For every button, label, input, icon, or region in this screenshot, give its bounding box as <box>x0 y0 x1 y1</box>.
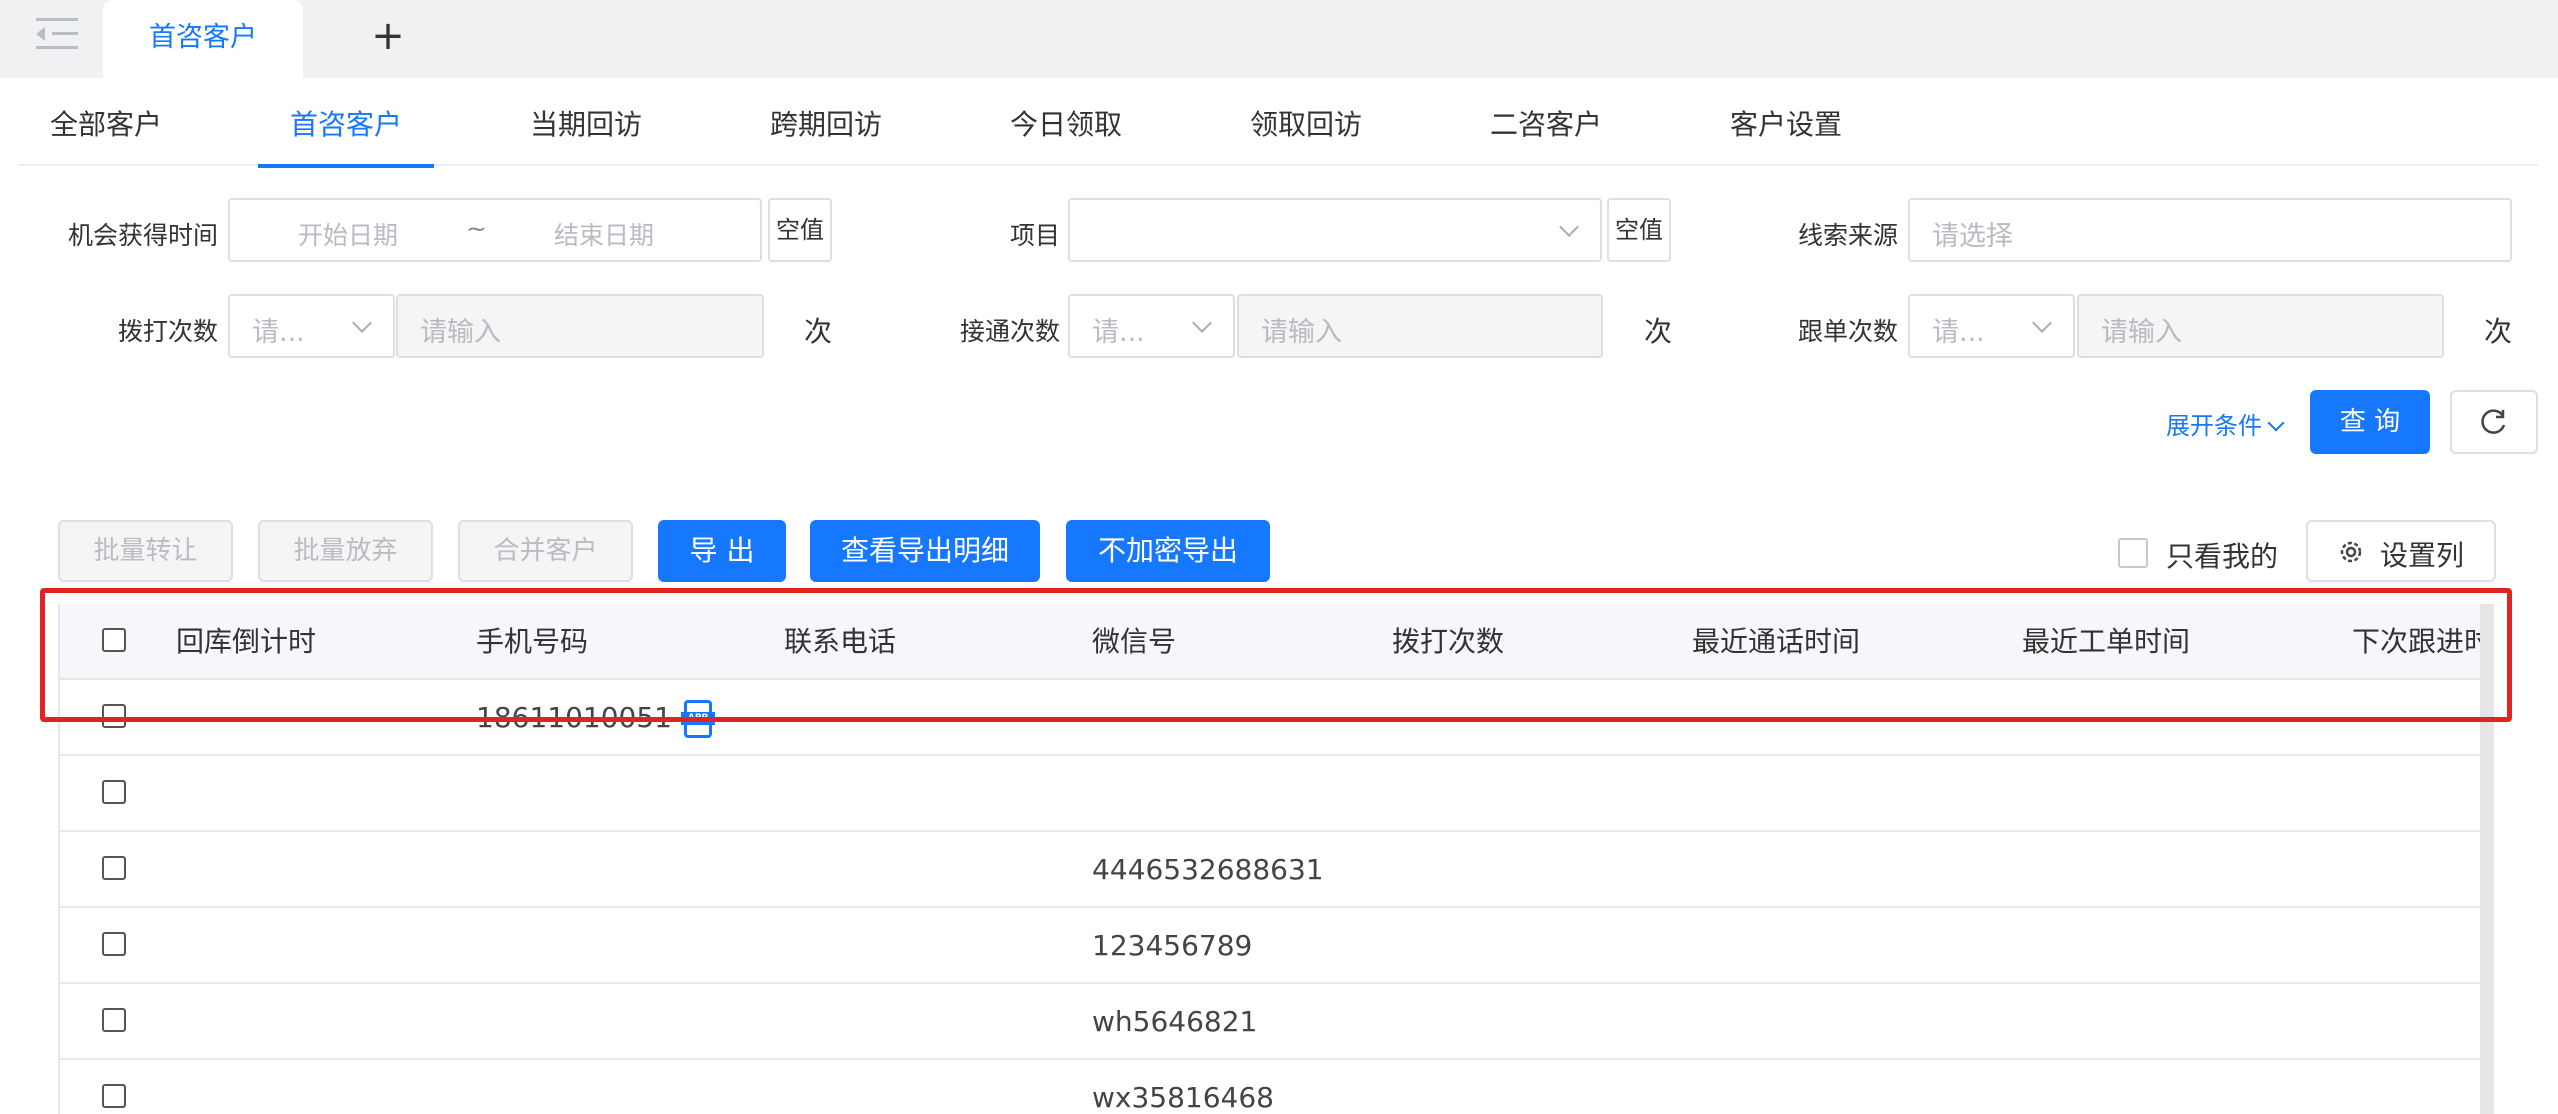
batch-abandon-button[interactable]: 批量放弃 <box>258 520 433 582</box>
add-tab-icon[interactable]: + <box>368 16 408 56</box>
project-label: 项目 <box>1009 221 1060 250</box>
dial-count-label: 拨打次数 <box>117 317 218 346</box>
connect-unit: 次 <box>1644 315 1673 348</box>
dial-operator-select[interactable]: 请... <box>228 294 395 358</box>
highlight-annotation-box <box>40 588 2512 722</box>
only-mine-label: 只看我的 <box>2166 540 2279 573</box>
opp-time-null-button[interactable]: 空值 <box>768 198 832 262</box>
follow-count-label: 跟单次数 <box>1797 317 1898 346</box>
wechat-cell: wx35816468 <box>1092 1081 1274 1114</box>
date-separator: ~ <box>466 214 487 243</box>
merge-customer-button[interactable]: 合并客户 <box>458 520 633 582</box>
end-date-placeholder: 结束日期 <box>554 221 655 250</box>
tab-second-consult[interactable]: 二咨客户 <box>1490 96 1602 166</box>
refresh-icon <box>2481 409 2506 434</box>
follow-unit: 次 <box>2484 315 2513 348</box>
chevron-down-icon <box>352 313 372 333</box>
select-placeholder: 请... <box>1092 317 1145 348</box>
connect-count-label: 接通次数 <box>959 317 1060 346</box>
chevron-down-icon <box>2032 313 2052 333</box>
tab-customer-settings[interactable]: 客户设置 <box>1730 96 1842 166</box>
table-row[interactable] <box>60 756 2480 832</box>
menu-fold-icon[interactable] <box>36 18 78 50</box>
set-columns-button[interactable]: 设置列 <box>2306 520 2496 582</box>
unencrypted-export-button[interactable]: 不加密导出 <box>1066 520 1270 582</box>
input-placeholder: 请输入 <box>1261 317 1342 348</box>
lead-source-label: 线索来源 <box>1797 221 1898 250</box>
table-row[interactable]: 123456789 <box>60 908 2480 984</box>
input-placeholder: 请输入 <box>420 317 501 348</box>
chevron-down-icon <box>2267 414 2285 432</box>
select-placeholder: 请... <box>252 317 305 348</box>
dial-unit: 次 <box>804 315 833 348</box>
row-checkbox[interactable] <box>102 780 126 804</box>
wechat-cell: wh5646821 <box>1092 1005 1258 1038</box>
table-row[interactable]: wh5646821 <box>60 984 2480 1060</box>
start-date-placeholder: 开始日期 <box>298 221 399 250</box>
row-checkbox[interactable] <box>102 932 126 956</box>
query-button[interactable]: 查 询 <box>2310 390 2430 454</box>
project-null-button[interactable]: 空值 <box>1607 198 1671 262</box>
lead-source-placeholder: 请选择 <box>1932 221 2013 252</box>
project-select[interactable] <box>1068 198 1602 262</box>
input-placeholder: 请输入 <box>2101 317 2182 348</box>
chevron-down-icon <box>1559 217 1579 237</box>
batch-transfer-button[interactable]: 批量转让 <box>58 520 233 582</box>
tab-current-visit[interactable]: 当期回访 <box>530 96 642 166</box>
export-button[interactable]: 导 出 <box>658 520 786 582</box>
date-range-picker[interactable]: 开始日期 ~ 结束日期 <box>228 198 762 262</box>
wechat-cell: 4446532688631 <box>1092 853 1324 886</box>
opp-time-label: 机会获得时间 <box>67 221 218 250</box>
top-tab-bar: 首咨客户 + <box>0 0 2558 78</box>
row-checkbox[interactable] <box>102 1008 126 1032</box>
wechat-cell: 123456789 <box>1092 929 1253 962</box>
connect-count-input[interactable]: 请输入 <box>1237 294 1603 358</box>
follow-count-input[interactable]: 请输入 <box>2077 294 2444 358</box>
row-checkbox[interactable] <box>102 856 126 880</box>
dial-count-input[interactable]: 请输入 <box>396 294 764 358</box>
chevron-down-icon <box>1192 313 1212 333</box>
tab-claim-visit[interactable]: 领取回访 <box>1250 96 1362 166</box>
table-row[interactable]: 4446532688631 <box>60 832 2480 908</box>
row-checkbox[interactable] <box>102 1084 126 1108</box>
lead-source-select[interactable]: 请选择 <box>1908 198 2512 262</box>
set-columns-label: 设置列 <box>2380 539 2465 572</box>
customer-nav-tabs: 全部客户 首咨客户 当期回访 跨期回访 今日领取 领取回访 二咨客户 客户设置 <box>18 96 2538 168</box>
connect-operator-select[interactable]: 请... <box>1068 294 1235 358</box>
expand-conditions-link[interactable]: 展开条件 <box>2166 406 2285 441</box>
gear-icon <box>2340 541 2362 563</box>
refresh-button[interactable] <box>2450 390 2538 454</box>
tab-all-customers[interactable]: 全部客户 <box>50 96 162 166</box>
tab-cross-visit[interactable]: 跨期回访 <box>770 96 882 166</box>
tab-today-claim[interactable]: 今日领取 <box>1010 96 1122 166</box>
select-placeholder: 请... <box>1932 317 1985 348</box>
follow-operator-select[interactable]: 请... <box>1908 294 2075 358</box>
page-tab-active[interactable]: 首咨客户 <box>103 0 303 78</box>
view-export-detail-button[interactable]: 查看导出明细 <box>810 520 1040 582</box>
tab-first-consult[interactable]: 首咨客户 <box>257 96 435 168</box>
expand-label: 展开条件 <box>2166 412 2262 440</box>
only-mine-checkbox[interactable] <box>2118 538 2148 568</box>
table-row[interactable]: wx35816468 <box>60 1060 2480 1114</box>
